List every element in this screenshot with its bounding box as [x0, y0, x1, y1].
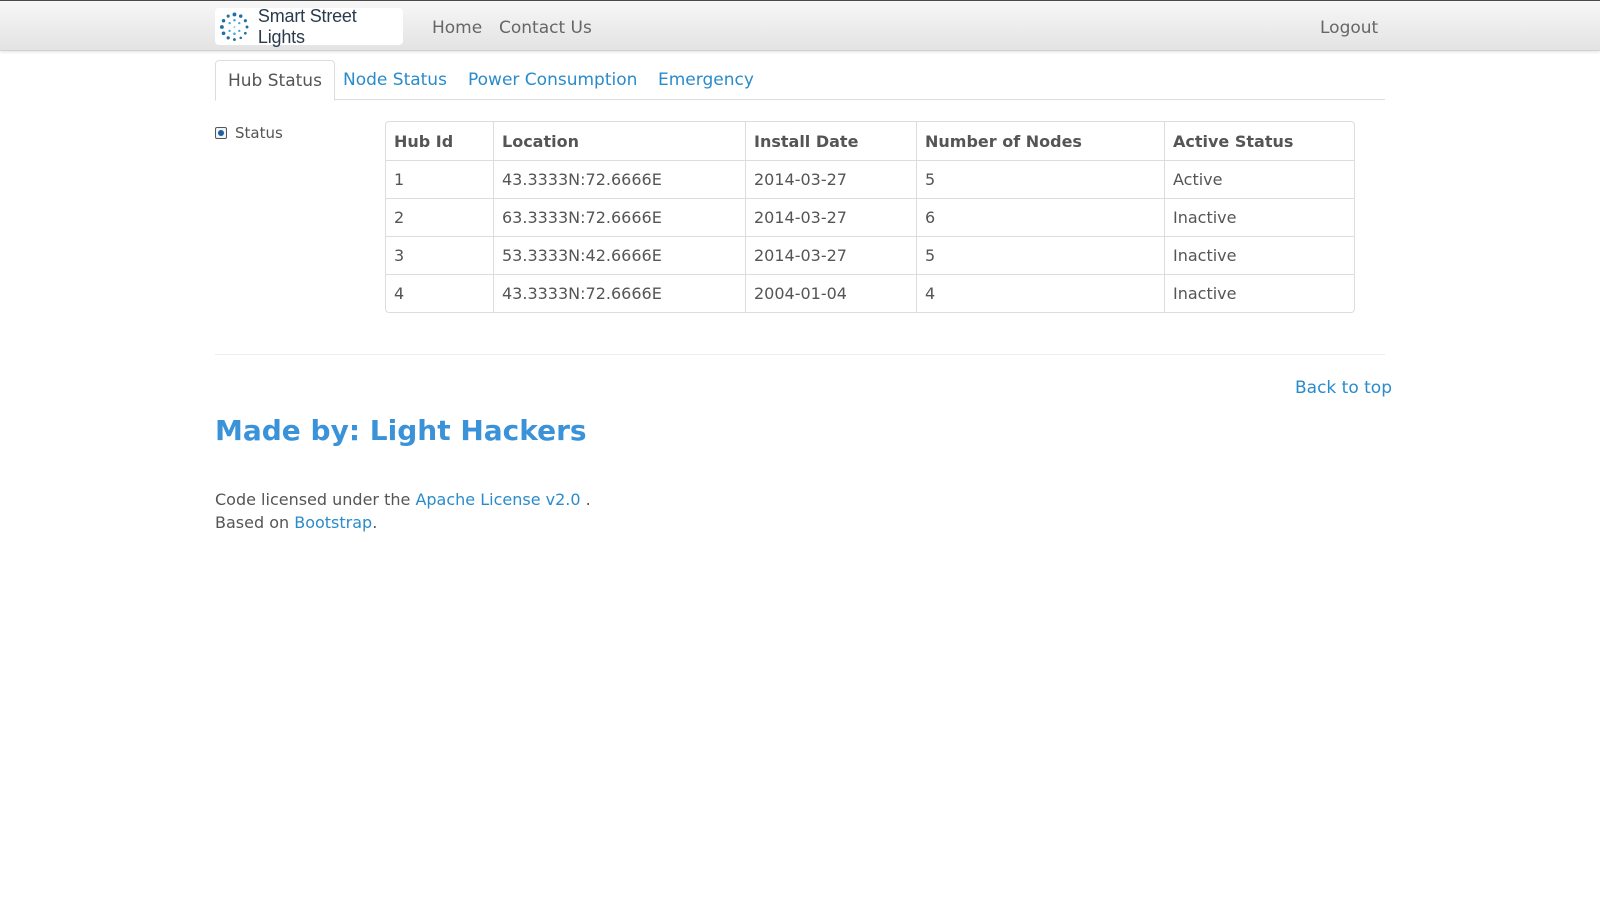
- header-number-of-nodes: Number of Nodes: [916, 122, 1164, 160]
- status-option[interactable]: Status: [215, 124, 283, 142]
- made-by-heading: Made by: Light Hackers: [215, 414, 587, 447]
- table-header-row: Hub Id Location Install Date Number of N…: [386, 122, 1354, 160]
- apache-license-link[interactable]: Apache License v2.0: [415, 490, 580, 509]
- cell-hub-id: 1: [386, 160, 493, 198]
- cell-hub-id: 2: [386, 198, 493, 236]
- hub-status-table: Hub Id Location Install Date Number of N…: [385, 121, 1355, 313]
- license-suffix: .: [580, 490, 591, 509]
- cell-hub-id: 4: [386, 274, 493, 312]
- cell-active-status: Inactive: [1164, 236, 1354, 274]
- header-active-status: Active Status: [1164, 122, 1354, 160]
- license-prefix: Code licensed under the: [215, 490, 416, 509]
- dotted-circle-logo-icon: [219, 12, 249, 41]
- table-row: 2 63.3333N:72.6666E 2014-03-27 6 Inactiv…: [386, 198, 1354, 236]
- status-label: Status: [235, 124, 283, 142]
- cell-install-date: 2014-03-27: [745, 160, 916, 198]
- table-row: 1 43.3333N:72.6666E 2014-03-27 5 Active: [386, 160, 1354, 198]
- cell-active-status: Inactive: [1164, 198, 1354, 236]
- bootstrap-link[interactable]: Bootstrap: [294, 513, 372, 532]
- cell-number-of-nodes: 4: [916, 274, 1164, 312]
- cell-location: 43.3333N:72.6666E: [493, 160, 745, 198]
- tab-hub-status[interactable]: Hub Status: [215, 60, 335, 101]
- cell-install-date: 2004-01-04: [745, 274, 916, 312]
- cell-location: 63.3333N:72.6666E: [493, 198, 745, 236]
- tab-emergency[interactable]: Emergency: [658, 60, 754, 100]
- cell-location: 53.3333N:42.6666E: [493, 236, 745, 274]
- logout-link[interactable]: Logout: [1320, 18, 1378, 38]
- back-to-top-link[interactable]: Back to top: [1295, 378, 1392, 398]
- header-hub-id: Hub Id: [394, 131, 454, 151]
- cell-location: 43.3333N:72.6666E: [493, 274, 745, 312]
- cell-number-of-nodes: 5: [916, 236, 1164, 274]
- tab-bar: Hub Status Node Status Power Consumption…: [215, 60, 1385, 101]
- divider: [215, 354, 1385, 355]
- nav-contact-link[interactable]: Contact Us: [499, 18, 592, 38]
- table-row: 3 53.3333N:42.6666E 2014-03-27 5 Inactiv…: [386, 236, 1354, 274]
- cell-active-status: Inactive: [1164, 274, 1354, 312]
- radio-selected-icon[interactable]: [215, 127, 227, 139]
- license-line: Code licensed under the Apache License v…: [215, 488, 591, 511]
- cell-install-date: 2014-03-27: [745, 198, 916, 236]
- header-location: Location: [493, 122, 745, 160]
- cell-install-date: 2014-03-27: [745, 236, 916, 274]
- tab-power-consumption[interactable]: Power Consumption: [468, 60, 637, 100]
- cell-hub-id: 3: [386, 236, 493, 274]
- header-install-date: Install Date: [745, 122, 916, 160]
- brand-name: Smart Street Lights: [257, 5, 357, 47]
- top-navbar: Smart Street Lights Home Contact Us Logo…: [0, 0, 1600, 51]
- cell-number-of-nodes: 6: [916, 198, 1164, 236]
- based-prefix: Based on: [215, 513, 295, 532]
- cell-active-status: Active: [1164, 160, 1354, 198]
- tab-node-status[interactable]: Node Status: [343, 60, 447, 100]
- based-on-line: Based on Bootstrap.: [215, 511, 591, 534]
- table-row: 4 43.3333N:72.6666E 2004-01-04 4 Inactiv…: [386, 274, 1354, 312]
- nav-home-link[interactable]: Home: [432, 18, 482, 38]
- footer-license-text: Code licensed under the Apache License v…: [215, 488, 591, 534]
- brand-logo-link[interactable]: Smart Street Lights: [215, 5, 403, 47]
- based-suffix: .: [372, 513, 378, 532]
- cell-number-of-nodes: 5: [916, 160, 1164, 198]
